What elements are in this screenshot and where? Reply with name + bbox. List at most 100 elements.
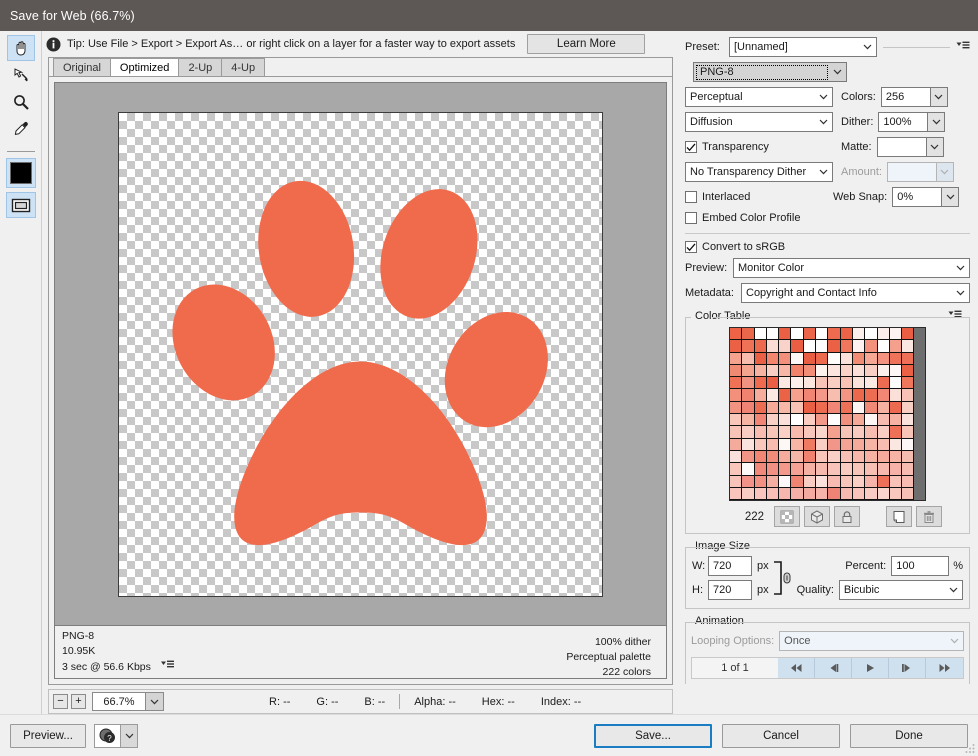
color-swatch[interactable] — [804, 500, 816, 501]
color-swatch[interactable] — [742, 328, 755, 341]
color-swatch[interactable] — [754, 401, 767, 415]
foreground-color-swatch[interactable] — [5, 158, 36, 188]
color-swatch[interactable] — [877, 328, 890, 341]
color-swatch[interactable] — [791, 340, 804, 353]
color-swatch[interactable] — [730, 475, 743, 488]
zoom-in-button[interactable]: + — [71, 694, 86, 709]
color-swatch[interactable] — [889, 438, 903, 451]
color-swatch[interactable] — [791, 450, 804, 464]
color-swatch[interactable] — [877, 438, 890, 451]
color-swatch[interactable] — [828, 450, 841, 464]
color-swatch[interactable] — [902, 487, 915, 500]
color-swatch[interactable] — [779, 328, 792, 341]
color-swatch[interactable] — [889, 487, 903, 500]
color-swatch[interactable] — [779, 426, 792, 439]
color-swatch[interactable] — [766, 450, 780, 464]
color-swatch[interactable] — [877, 401, 890, 415]
color-swatch[interactable] — [840, 364, 853, 378]
convert-srgb-row[interactable]: Convert to sRGB — [685, 241, 970, 253]
color-swatch[interactable] — [730, 500, 742, 501]
tab-original[interactable]: Original — [53, 58, 111, 76]
color-swatch[interactable] — [766, 426, 780, 439]
color-swatch[interactable] — [902, 340, 915, 353]
info-flyout-menu-icon[interactable] — [160, 659, 174, 674]
toggle-slices-visibility-button[interactable] — [5, 192, 36, 218]
color-swatch[interactable] — [742, 487, 755, 500]
color-swatch[interactable] — [852, 389, 866, 402]
color-swatch[interactable] — [742, 426, 755, 439]
color-swatch[interactable] — [791, 401, 804, 415]
color-swatch[interactable] — [877, 487, 890, 500]
color-swatch[interactable] — [852, 364, 866, 378]
color-swatch[interactable] — [889, 340, 903, 353]
matte-value[interactable] — [876, 137, 926, 157]
height-input[interactable]: 720 — [708, 580, 752, 600]
color-swatch[interactable] — [889, 328, 903, 341]
color-swatch[interactable] — [803, 352, 817, 365]
color-swatch[interactable] — [730, 450, 743, 464]
previous-frame-button[interactable] — [815, 658, 852, 678]
color-swatch[interactable] — [754, 414, 767, 427]
color-swatch[interactable] — [742, 475, 755, 488]
next-frame-button[interactable] — [889, 658, 926, 678]
color-swatch[interactable] — [840, 401, 853, 415]
width-input[interactable]: 720 — [708, 556, 752, 576]
color-swatch[interactable] — [791, 500, 803, 501]
color-swatch[interactable] — [791, 487, 804, 500]
color-swatch[interactable] — [803, 389, 817, 402]
color-swatch[interactable] — [766, 364, 780, 378]
color-swatch[interactable] — [816, 352, 829, 365]
save-button[interactable]: Save... — [594, 723, 712, 748]
color-swatch[interactable] — [816, 438, 829, 451]
color-swatch[interactable] — [742, 352, 755, 365]
color-swatch[interactable] — [840, 450, 853, 464]
color-swatch[interactable] — [779, 463, 792, 476]
color-swatch[interactable] — [840, 438, 853, 451]
color-swatch[interactable] — [791, 475, 804, 488]
color-swatch[interactable] — [730, 487, 743, 500]
color-swatch[interactable] — [742, 438, 755, 451]
color-swatch[interactable] — [754, 352, 767, 365]
color-swatch[interactable] — [730, 401, 743, 415]
color-swatch[interactable] — [816, 475, 829, 488]
color-swatch[interactable] — [791, 364, 804, 378]
resize-grip[interactable] — [965, 743, 975, 753]
color-table-menu-icon[interactable] — [945, 310, 965, 322]
color-swatch[interactable] — [779, 377, 792, 390]
settings-panel-menu-icon[interactable] — [956, 41, 970, 53]
color-swatch[interactable] — [779, 340, 792, 353]
color-swatch[interactable] — [791, 389, 804, 402]
color-swatch[interactable] — [742, 340, 755, 353]
color-swatch[interactable] — [902, 328, 915, 341]
color-swatch[interactable] — [766, 328, 780, 341]
image-preview-stage[interactable] — [54, 82, 667, 626]
color-swatch[interactable] — [742, 463, 755, 476]
last-frame-button[interactable] — [926, 658, 963, 678]
color-swatch[interactable] — [742, 450, 755, 464]
color-swatch[interactable] — [852, 328, 866, 341]
color-swatch[interactable] — [779, 438, 792, 451]
color-swatch[interactable] — [889, 364, 903, 378]
color-swatch[interactable] — [791, 438, 804, 451]
color-swatch[interactable] — [730, 414, 743, 427]
color-swatch[interactable] — [766, 487, 780, 500]
color-swatch[interactable] — [828, 463, 841, 476]
color-swatch[interactable] — [902, 414, 915, 427]
color-swatch[interactable] — [877, 426, 890, 439]
preview-browser-select[interactable]: ? — [94, 723, 138, 748]
color-swatch[interactable] — [877, 352, 890, 365]
color-swatch[interactable] — [803, 463, 817, 476]
color-swatch[interactable] — [840, 414, 853, 427]
color-swatch[interactable] — [791, 328, 804, 341]
color-swatch[interactable] — [730, 389, 743, 402]
color-swatch[interactable] — [803, 487, 817, 500]
color-swatch[interactable] — [766, 414, 780, 427]
color-swatch[interactable] — [840, 377, 853, 390]
first-frame-button[interactable] — [778, 658, 815, 678]
color-swatch[interactable] — [902, 500, 914, 501]
color-swatch[interactable] — [816, 463, 829, 476]
colors-value[interactable]: 256 — [880, 87, 930, 107]
color-swatch[interactable] — [754, 364, 767, 378]
map-to-transparent-button[interactable] — [774, 506, 800, 527]
color-swatch[interactable] — [779, 475, 792, 488]
